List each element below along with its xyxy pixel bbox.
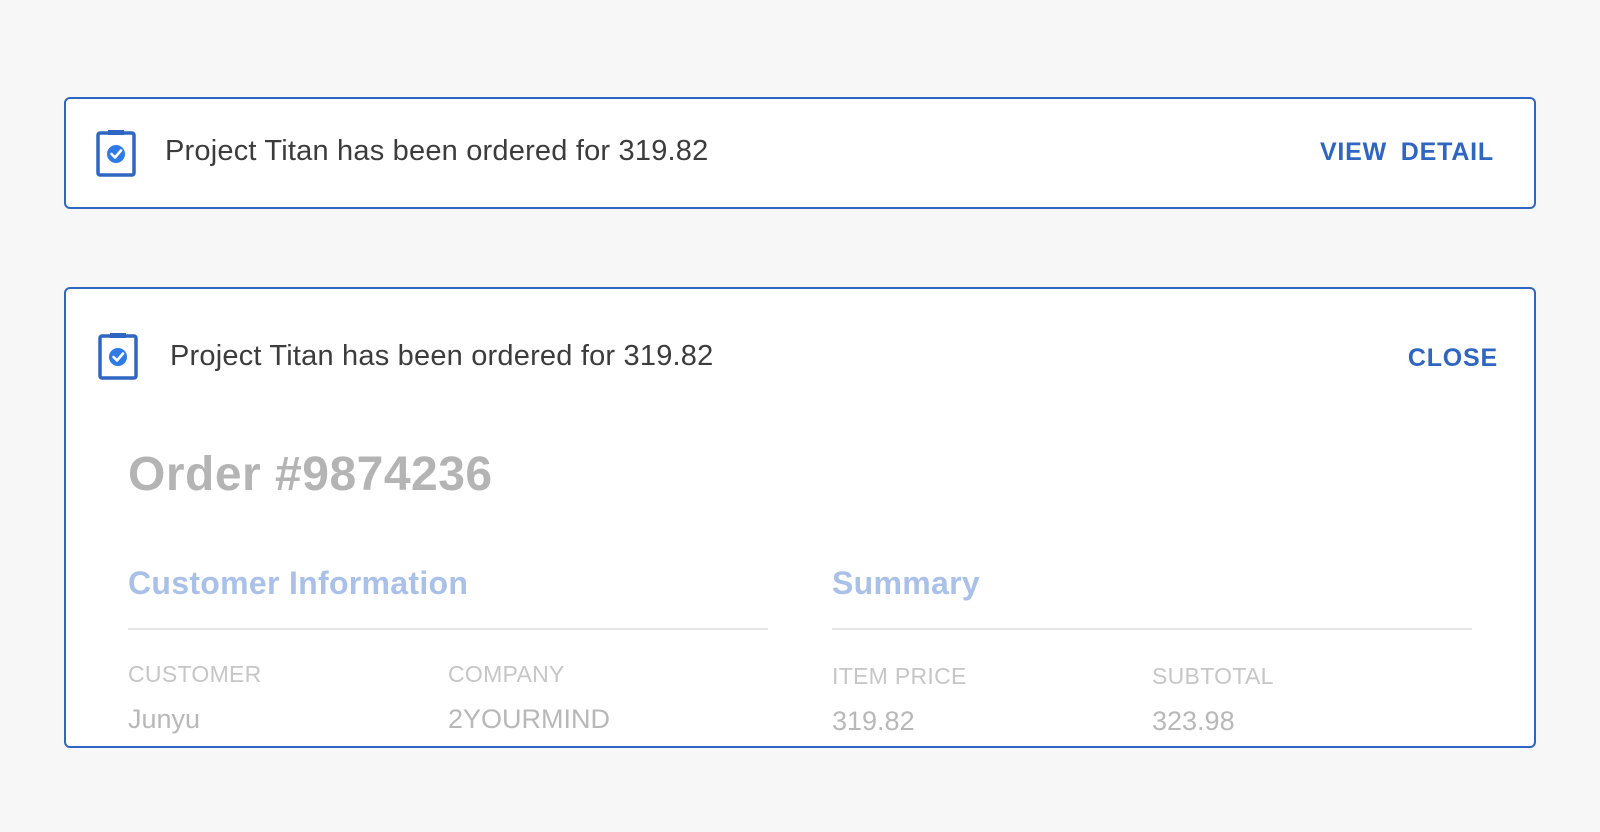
field-value: 319.82 [832,706,915,736]
view-detail-button[interactable]: VIEW DETAIL [1320,138,1494,167]
summary-section: Summary ITEM PRICE 319.82 SUBTOTAL 323.9… [832,565,1472,736]
order-detail-card: Project Titan has been ordered for 319.8… [64,287,1536,748]
field-value: 323.98 [1152,706,1235,736]
section-title: Summary [832,565,980,601]
field-label: CUSTOMER [128,661,262,687]
item-price-field: ITEM PRICE 319.82 [832,663,1132,737]
order-title: Order #9874236 [128,448,493,501]
clipboard-check-icon [98,333,138,380]
section-title: Customer Information [128,565,469,601]
notification-message: Project Titan has been ordered for 319.8… [165,135,709,167]
customer-information-section: Customer Information CUSTOMER Junyu COMP… [128,565,768,734]
field-value: Junyu [128,704,201,734]
field-label: ITEM PRICE [832,663,967,689]
field-label: SUBTOTAL [1152,663,1274,689]
section-divider [128,628,768,630]
field-value: 2YOURMIND [448,704,611,734]
close-button[interactable]: CLOSE [1408,344,1498,373]
company-field: COMPANY 2YOURMIND [448,661,748,735]
customer-field: CUSTOMER Junyu [128,661,428,735]
clipboard-check-icon [96,130,136,177]
section-divider [832,628,1472,630]
subtotal-field: SUBTOTAL 323.98 [1152,663,1452,737]
field-label: COMPANY [448,661,565,687]
detail-message: Project Titan has been ordered for 319.8… [170,340,714,372]
order-notification-card: Project Titan has been ordered for 319.8… [64,97,1536,209]
